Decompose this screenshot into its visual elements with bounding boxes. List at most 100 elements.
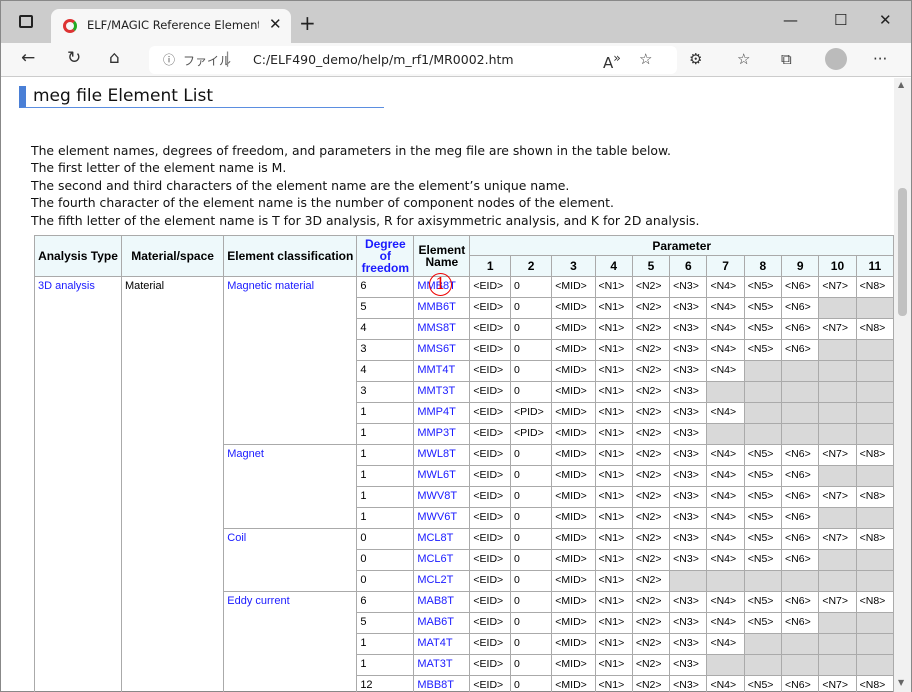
element-name-link[interactable]: MMS6T [413, 339, 471, 361]
refresh-icon[interactable]: ↻ [67, 48, 81, 68]
param-cell: <N8> [855, 444, 894, 466]
param-cell: <N7> [818, 318, 857, 340]
back-icon[interactable]: ← [21, 48, 35, 68]
param-cell: <N1> [594, 612, 633, 634]
empty-param-cell [743, 402, 783, 424]
extensions-icon[interactable]: ⚙ [689, 50, 702, 68]
empty-param-cell [818, 402, 857, 424]
scrollbar-thumb[interactable] [898, 188, 907, 316]
param-cell: 0 [509, 381, 553, 403]
classification-link[interactable]: Magnetic material [223, 276, 358, 445]
element-name-link[interactable]: MCL8T [413, 528, 471, 550]
element-name-link[interactable]: MAB8T [413, 591, 471, 613]
close-tab-icon[interactable]: ✕ [269, 15, 282, 33]
scroll-down-icon[interactable]: ▼ [898, 678, 904, 687]
element-name-link[interactable]: MAT3T [413, 654, 471, 676]
param-cell: <N1> [594, 591, 633, 613]
element-name-link[interactable]: MAB6T [413, 612, 471, 634]
element-name-link[interactable]: MWV6T [413, 507, 471, 529]
param-cell: <EID> [469, 633, 511, 655]
profile-avatar[interactable] [825, 48, 847, 70]
param-cell: <MID> [551, 528, 596, 550]
empty-param-cell [818, 507, 857, 529]
element-name-link[interactable]: MWL8T [413, 444, 471, 466]
param-cell: <EID> [469, 654, 511, 676]
element-name-link[interactable]: MAT4T [413, 633, 471, 655]
param-cell: <N4> [706, 675, 745, 692]
param-cell: 0 [509, 318, 553, 340]
param-cell: <MID> [551, 444, 596, 466]
param-cell: <MID> [551, 318, 596, 340]
element-name-link[interactable]: MMT4T [413, 360, 471, 382]
dof-cell: 4 [356, 318, 415, 340]
param-cell: <N2> [631, 612, 671, 634]
param-cell: <N3> [669, 423, 708, 445]
dof-cell: 3 [356, 339, 415, 361]
favicon-icon [63, 19, 77, 33]
classification-link[interactable]: Magnet [223, 444, 358, 529]
param-cell: <MID> [551, 507, 596, 529]
new-tab-icon[interactable]: + [299, 11, 316, 35]
element-name-link[interactable]: MWV8T [413, 486, 471, 508]
element-name-link[interactable]: MCL6T [413, 549, 471, 571]
element-name-link[interactable]: MCL2T [413, 570, 471, 592]
scroll-up-icon[interactable]: ▲ [898, 80, 904, 89]
param-cell: <N3> [669, 549, 708, 571]
element-name-link[interactable]: MMT3T [413, 381, 471, 403]
param-cell: <EID> [469, 444, 511, 466]
element-name-link[interactable]: MMP4T [413, 402, 471, 424]
classification-link[interactable]: Coil [223, 528, 358, 592]
read-aloud-icon[interactable]: A» [603, 50, 621, 72]
maximize-icon[interactable]: ☐ [834, 11, 847, 29]
param-cell: <N3> [669, 381, 708, 403]
param-cell: <N2> [631, 465, 671, 487]
header-param-4: 4 [594, 255, 633, 277]
add-favorite-icon[interactable]: ☆ [639, 50, 652, 68]
param-cell: <N8> [855, 276, 894, 298]
minimize-icon[interactable]: — [783, 11, 798, 29]
info-icon[interactable]: ⓘ [163, 51, 175, 68]
collections-icon[interactable]: ⧉ [781, 50, 792, 68]
param-cell: 0 [509, 675, 553, 692]
more-icon[interactable]: ··· [873, 50, 887, 68]
url-text[interactable]: C:/ELF490_demo/help/m_rf1/MR0002.htm [253, 52, 514, 67]
param-cell: <N1> [594, 549, 633, 571]
favorites-icon[interactable]: ☆ [737, 50, 750, 68]
param-cell: <MID> [551, 633, 596, 655]
dof-cell: 1 [356, 633, 415, 655]
param-cell: <N5> [743, 276, 783, 298]
tab-actions-icon[interactable] [19, 15, 33, 28]
param-cell: <N2> [631, 276, 671, 298]
empty-param-cell [743, 654, 783, 676]
element-name-link[interactable]: MMS8T [413, 318, 471, 340]
vertical-scrollbar[interactable]: ▲ ▼ [894, 78, 911, 692]
home-icon[interactable]: ⌂ [109, 48, 120, 68]
dof-cell: 1 [356, 486, 415, 508]
element-name-link[interactable]: MWL6T [413, 465, 471, 487]
param-cell: <N8> [855, 591, 894, 613]
param-cell: 0 [509, 507, 553, 529]
param-cell: 0 [509, 549, 553, 571]
empty-param-cell [855, 633, 894, 655]
element-name-link[interactable]: MMP3T [413, 423, 471, 445]
param-cell: <N3> [669, 528, 708, 550]
param-cell: <N4> [706, 402, 745, 424]
header-dof[interactable]: Degree of freedom [356, 235, 415, 277]
param-cell: <EID> [469, 360, 511, 382]
element-name-link[interactable]: MBB8T [413, 675, 471, 692]
dof-cell: 0 [356, 528, 415, 550]
analysis-type-link[interactable]: 3D analysis [34, 276, 122, 692]
empty-param-cell [818, 339, 857, 361]
param-cell: <N1> [594, 297, 633, 319]
dof-cell: 1 [356, 402, 415, 424]
element-name-link[interactable]: MMB6T [413, 297, 471, 319]
param-cell: <PID> [509, 402, 553, 424]
param-cell: <N1> [594, 570, 633, 592]
param-cell: <MID> [551, 465, 596, 487]
browser-tab[interactable]: ELF/MAGIC Reference Elements L ✕ [51, 9, 291, 43]
param-cell: <N5> [743, 612, 783, 634]
empty-param-cell [855, 402, 894, 424]
classification-link[interactable]: Eddy current [223, 591, 358, 692]
address-bar[interactable]: ⓘ ファイル | C:/ELF490_demo/help/m_rf1/MR000… [149, 46, 677, 74]
close-window-icon[interactable]: ✕ [879, 11, 892, 29]
